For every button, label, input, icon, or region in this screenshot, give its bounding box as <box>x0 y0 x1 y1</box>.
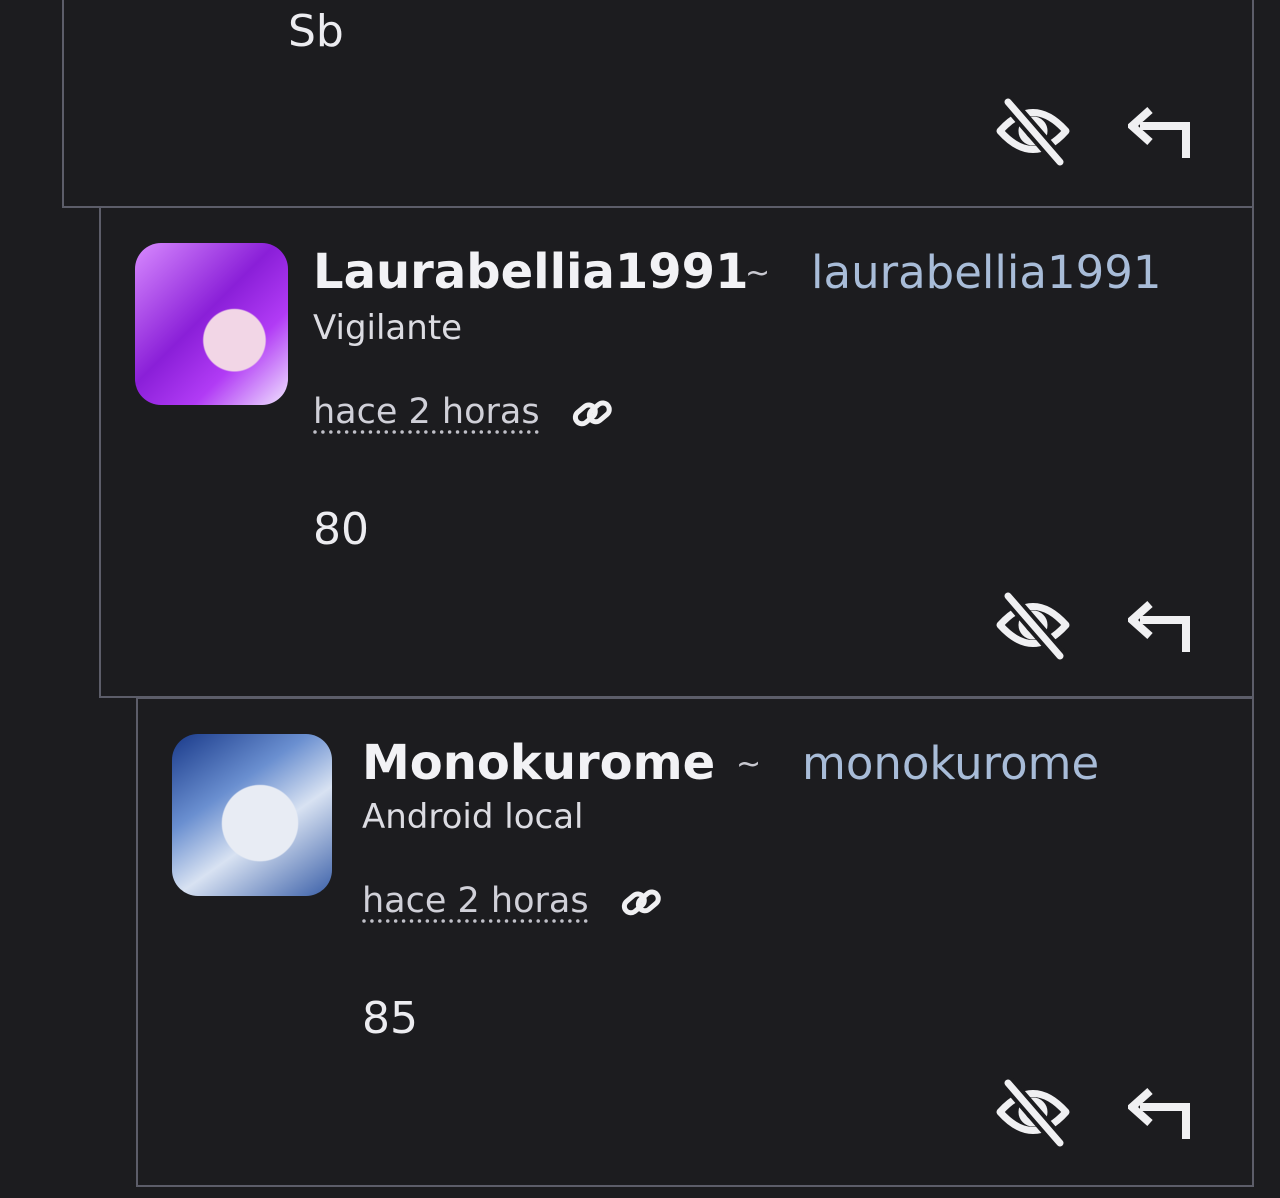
eye-off-icon[interactable] <box>994 590 1072 660</box>
user-handle[interactable]: monokurome <box>802 737 1099 790</box>
eye-off-icon[interactable] <box>994 1077 1072 1147</box>
timestamp[interactable]: hace 2 horas <box>313 392 540 432</box>
comment-card: Sb <box>62 0 1254 208</box>
user-role: Vigilante <box>313 308 463 348</box>
comment-text: Sb <box>288 6 344 57</box>
display-name[interactable]: Laurabellia1991 <box>313 244 748 300</box>
reply-arrow-icon[interactable] <box>1128 1085 1194 1141</box>
comment-text: 85 <box>362 993 418 1044</box>
comment-card: Monokurome ~ monokurome Android local ha… <box>136 697 1254 1187</box>
avatar[interactable] <box>172 734 332 896</box>
separator: ~ <box>736 747 762 782</box>
user-role: Android local <box>362 797 584 837</box>
link-icon[interactable] <box>620 883 662 923</box>
comment-card: Laurabellia1991 ~ laurabellia1991 Vigila… <box>99 206 1254 698</box>
user-handle[interactable]: laurabellia1991 <box>811 246 1162 299</box>
avatar[interactable] <box>135 243 288 405</box>
display-name[interactable]: Monokurome <box>362 735 715 791</box>
timestamp[interactable]: hace 2 horas <box>362 881 589 921</box>
eye-off-icon[interactable] <box>994 96 1072 166</box>
link-icon[interactable] <box>571 394 613 434</box>
comment-text: 80 <box>313 504 369 555</box>
reply-arrow-icon[interactable] <box>1128 104 1194 160</box>
separator: ~ <box>745 256 771 291</box>
reply-arrow-icon[interactable] <box>1128 598 1194 654</box>
